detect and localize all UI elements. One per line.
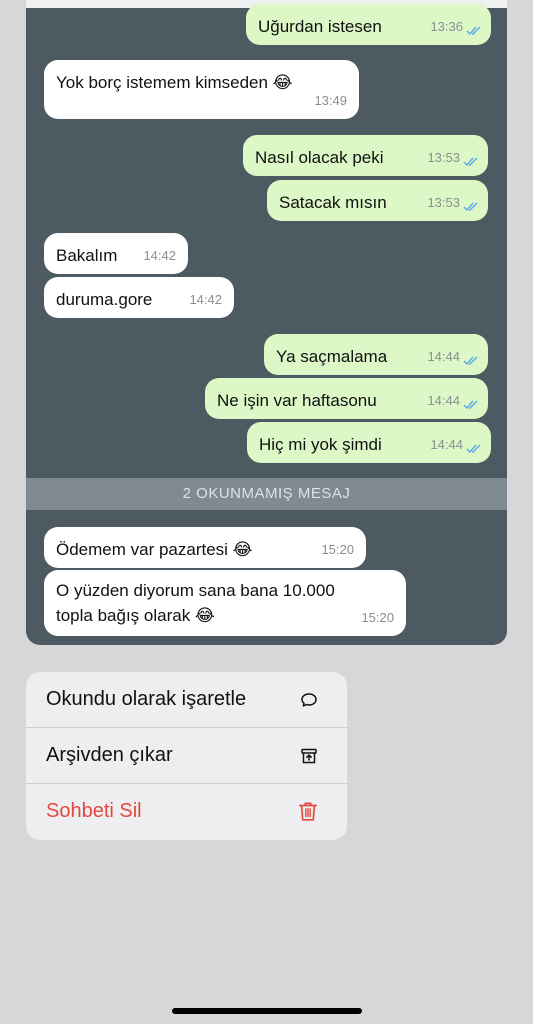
message-bubble-incoming[interactable]: duruma.gore 14:42 <box>44 277 234 318</box>
menu-item-label: Sohbeti Sil <box>46 800 142 822</box>
unarchive-menu-item[interactable]: Arşivden çıkar <box>26 728 347 784</box>
message-text: Bakalım <box>56 246 118 265</box>
read-checkmarks-icon <box>463 356 478 366</box>
delete-chat-menu-item[interactable]: Sohbeti Sil <box>26 784 347 840</box>
message-text: duruma.gore <box>56 290 153 309</box>
message-time: 13:49 <box>314 93 347 108</box>
message-time: 13:53 <box>427 195 460 210</box>
menu-item-label: Okundu olarak işaretle <box>46 688 247 710</box>
message-time: 13:53 <box>427 150 460 165</box>
message-text: Hiç mi yok şimdi <box>259 435 382 454</box>
message-bubble-outgoing[interactable]: Nasıl olacak peki 13:53 <box>243 135 488 176</box>
message-bubble-outgoing[interactable]: Satacak mısın 13:53 <box>267 180 488 221</box>
message-time: 15:20 <box>321 542 354 557</box>
trash-icon <box>298 802 318 821</box>
mark-as-read-menu-item[interactable]: Okundu olarak işaretle <box>26 672 347 728</box>
message-bubble-outgoing[interactable]: Ya saçmalama 14:44 <box>264 334 488 375</box>
chat-bubble-icon <box>301 693 317 707</box>
message-text: Nasıl olacak peki <box>255 148 384 167</box>
read-checkmarks-icon <box>463 202 478 212</box>
message-time: 13:36 <box>430 19 463 34</box>
message-bubble-incoming[interactable]: Bakalım 14:42 <box>44 233 188 274</box>
read-checkmarks-icon <box>466 444 481 454</box>
message-time: 14:44 <box>430 437 463 452</box>
message-text: Yok borç istemem kimseden 😂 <box>56 73 293 92</box>
unread-messages-divider: 2 OKUNMAMIŞ MESAJ <box>26 478 507 510</box>
message-bubble-incoming[interactable]: Ödemem var pazartesi 😂 15:20 <box>44 527 366 568</box>
message-time: 15:20 <box>361 610 394 625</box>
message-text: Ya saçmalama <box>276 347 388 366</box>
message-text: O yüzden diyorum sana bana 10.000 topla … <box>56 581 335 625</box>
message-bubble-outgoing[interactable]: Hiç mi yok şimdi 14:44 <box>247 422 491 463</box>
message-text: Ödemem var pazartesi 😂 <box>56 540 253 559</box>
message-time: 14:42 <box>143 248 176 263</box>
message-bubble-outgoing[interactable]: Ne işin var haftasonu 14:44 <box>205 378 488 419</box>
read-checkmarks-icon <box>463 400 478 410</box>
context-menu: Okundu olarak işaretle Arşivden çıkar So… <box>26 672 347 840</box>
message-bubble-outgoing[interactable]: Uğurdan istesen 13:36 <box>246 4 491 45</box>
home-indicator[interactable] <box>172 1008 362 1014</box>
message-time: 14:42 <box>189 292 222 307</box>
message-text: Uğurdan istesen <box>258 17 382 36</box>
message-text: Ne işin var haftasonu <box>217 391 377 410</box>
message-text: Satacak mısın <box>279 193 387 212</box>
message-bubble-incoming[interactable]: Yok borç istemem kimseden 😂 13:49 <box>44 60 359 119</box>
chat-preview: Uğurdan istesen 13:36 Yok borç istemem k… <box>26 0 507 645</box>
message-bubble-incoming[interactable]: O yüzden diyorum sana bana 10.000 topla … <box>44 570 406 636</box>
message-time: 14:44 <box>427 393 460 408</box>
unarchive-icon <box>301 748 317 764</box>
read-checkmarks-icon <box>466 26 481 36</box>
menu-item-label: Arşivden çıkar <box>46 744 173 766</box>
message-time: 14:44 <box>427 349 460 364</box>
read-checkmarks-icon <box>463 157 478 167</box>
